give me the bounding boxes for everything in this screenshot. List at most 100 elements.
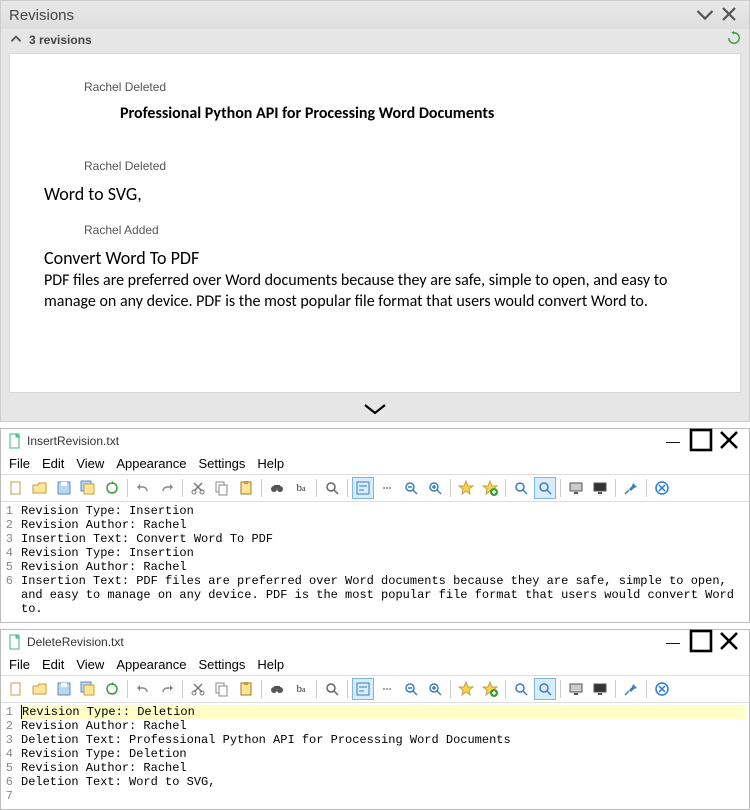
wrap-toggle-icon[interactable] (352, 477, 374, 499)
toolbar-separator (316, 680, 317, 698)
search-next-icon[interactable] (534, 477, 556, 499)
menu-view[interactable]: View (76, 456, 104, 471)
star-icon[interactable] (455, 477, 477, 499)
save-all-icon[interactable] (77, 678, 99, 700)
copy-icon[interactable] (211, 678, 233, 700)
cancel-circle-icon[interactable] (651, 678, 673, 700)
new-file-icon[interactable] (5, 678, 27, 700)
search-prev-icon[interactable] (510, 477, 532, 499)
code-line: Revision Type: Insertion (21, 504, 745, 518)
menu-file[interactable]: File (9, 456, 30, 471)
code-line: Revision Type:: Deletion (21, 705, 745, 719)
editor-window-insert: InsertRevision.txt — File Edit View Appe… (0, 428, 750, 623)
revisions-expand-button[interactable] (1, 399, 749, 421)
open-folder-icon[interactable] (29, 477, 51, 499)
minimize-button[interactable]: — (659, 433, 687, 449)
zoom-in-icon[interactable] (424, 678, 446, 700)
new-file-icon[interactable] (5, 477, 27, 499)
reload-icon[interactable] (101, 678, 123, 700)
zoom-out-icon[interactable] (400, 477, 422, 499)
maximize-button[interactable] (687, 426, 715, 457)
code-line: Insertion Text: Convert Word To PDF (21, 532, 745, 546)
zoom-icon[interactable] (321, 678, 343, 700)
maximize-button[interactable] (687, 627, 715, 658)
menu-file[interactable]: File (9, 657, 30, 672)
pin-icon[interactable] (620, 477, 642, 499)
undo-icon[interactable] (132, 477, 154, 499)
close-button[interactable] (715, 426, 743, 457)
zoom-out-icon[interactable] (400, 678, 422, 700)
close-icon[interactable] (717, 2, 741, 29)
code-line: Insertion Text: PDF files are preferred … (21, 574, 745, 616)
menu-appearance[interactable]: Appearance (116, 456, 186, 471)
open-folder-icon[interactable] (29, 678, 51, 700)
cut-icon[interactable] (187, 678, 209, 700)
editor-body[interactable]: 123456 Revision Type: Insertion Revision… (1, 502, 749, 622)
replace-icon[interactable]: ba (290, 678, 312, 700)
collapse-icon[interactable] (693, 2, 717, 29)
revisions-count: 3 revisions (29, 33, 727, 47)
menu-edit[interactable]: Edit (42, 456, 64, 471)
menu-help[interactable]: Help (257, 657, 284, 672)
zoom-icon[interactable] (321, 477, 343, 499)
save-all-icon[interactable] (77, 477, 99, 499)
monitor1-icon[interactable] (565, 678, 587, 700)
editor-menubar: File Edit View Appearance Settings Help (1, 654, 749, 676)
toolbar-separator (615, 479, 616, 497)
redo-icon[interactable] (156, 678, 178, 700)
monitor2-icon[interactable] (589, 678, 611, 700)
star-icon[interactable] (455, 678, 477, 700)
editor-toolbar: ba (1, 475, 749, 502)
code-line: Revision Author: Rachel (21, 719, 745, 733)
revision-heading: Convert Word To PDF (44, 247, 716, 269)
cancel-circle-icon[interactable] (651, 477, 673, 499)
close-button[interactable] (715, 627, 743, 658)
whitespace-icon[interactable] (376, 477, 398, 499)
revision-heading: Professional Python API for Processing W… (120, 104, 716, 123)
chevron-up-icon[interactable] (9, 32, 23, 49)
whitespace-icon[interactable] (376, 678, 398, 700)
search-next-icon[interactable] (534, 678, 556, 700)
star-add-icon[interactable] (479, 477, 501, 499)
code-line (21, 789, 745, 803)
menu-settings[interactable]: Settings (198, 657, 245, 672)
toolbar-separator (646, 680, 647, 698)
revisions-title: Revisions (9, 7, 693, 24)
revisions-panel: Revisions 3 revisions Rachel Deleted Pro… (0, 0, 750, 422)
editor-toolbar: ba (1, 676, 749, 703)
search-prev-icon[interactable] (510, 678, 532, 700)
monitor1-icon[interactable] (565, 477, 587, 499)
wrap-toggle-icon[interactable] (352, 678, 374, 700)
save-icon[interactable] (53, 678, 75, 700)
save-icon[interactable] (53, 477, 75, 499)
reload-icon[interactable] (101, 477, 123, 499)
binoculars-icon[interactable] (266, 678, 288, 700)
redo-icon[interactable] (156, 477, 178, 499)
undo-icon[interactable] (132, 678, 154, 700)
copy-icon[interactable] (211, 477, 233, 499)
zoom-in-icon[interactable] (424, 477, 446, 499)
paste-icon[interactable] (235, 477, 257, 499)
replace-icon[interactable]: ba (290, 477, 312, 499)
menu-help[interactable]: Help (257, 456, 284, 471)
editor-text[interactable]: Revision Type:: Deletion Revision Author… (15, 703, 749, 809)
menu-appearance[interactable]: Appearance (116, 657, 186, 672)
minimize-button[interactable]: — (659, 634, 687, 650)
menu-view[interactable]: View (76, 657, 104, 672)
binoculars-icon[interactable] (266, 477, 288, 499)
toolbar-separator (505, 680, 506, 698)
revision-body: PDF files are preferred over Word docume… (44, 271, 716, 313)
refresh-icon[interactable] (727, 31, 741, 50)
editor-body[interactable]: 1234567 Revision Type:: Deletion Revisio… (1, 703, 749, 809)
monitor2-icon[interactable] (589, 477, 611, 499)
pin-icon[interactable] (620, 678, 642, 700)
star-add-icon[interactable] (479, 678, 501, 700)
code-line: Deletion Text: Professional Python API f… (21, 733, 745, 747)
cut-icon[interactable] (187, 477, 209, 499)
editor-text[interactable]: Revision Type: Insertion Revision Author… (15, 502, 749, 622)
paste-icon[interactable] (235, 678, 257, 700)
menu-edit[interactable]: Edit (42, 657, 64, 672)
editor-titlebar: InsertRevision.txt — (1, 429, 749, 453)
menu-settings[interactable]: Settings (198, 456, 245, 471)
toolbar-separator (450, 680, 451, 698)
